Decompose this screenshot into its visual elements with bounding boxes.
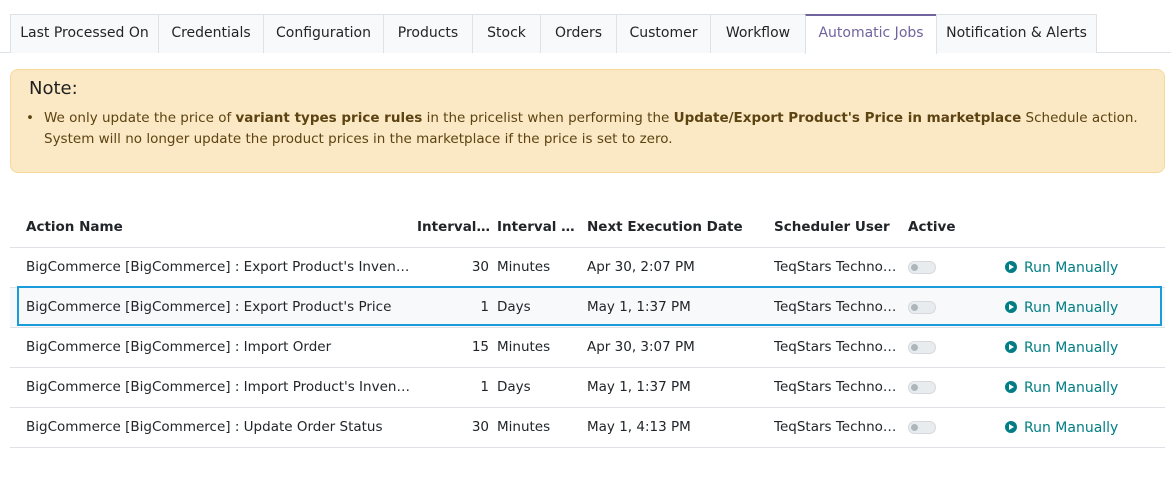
tab-automatic-jobs[interactable]: Automatic Jobs [805, 14, 937, 54]
table-row[interactable]: BigCommerce [BigCommerce] : Export Produ… [10, 248, 1165, 288]
header-interval-number[interactable]: Interval ... [417, 208, 493, 248]
tab-workflow[interactable]: Workflow [710, 14, 806, 53]
tab-orders[interactable]: Orders [540, 14, 617, 53]
next-execution-date: Apr 30, 3:07 PM [587, 339, 695, 355]
table-row[interactable]: BigCommerce [BigCommerce] : Export Produ… [10, 288, 1165, 328]
play-icon [1005, 301, 1017, 313]
action-name: BigCommerce [BigCommerce] : Import Order [26, 339, 332, 355]
tab-configuration[interactable]: Configuration [263, 14, 384, 53]
header-active[interactable]: Active [908, 208, 988, 248]
table-row[interactable]: BigCommerce [BigCommerce] : Update Order… [10, 408, 1165, 448]
active-toggle[interactable] [908, 261, 936, 274]
tab-customer[interactable]: Customer [616, 14, 711, 53]
action-name: BigCommerce [BigCommerce] : Update Order… [26, 419, 383, 435]
action-name: BigCommerce [BigCommerce] : Export Produ… [26, 259, 411, 275]
run-manually-button[interactable]: Run Manually [1005, 328, 1118, 368]
run-manually-button[interactable]: Run Manually [1005, 368, 1118, 408]
next-execution-date: May 1, 4:13 PM [587, 419, 691, 435]
tab-last-processed-on[interactable]: Last Processed On [10, 14, 159, 53]
next-execution-date: May 1, 1:37 PM [587, 379, 691, 395]
play-icon [1005, 421, 1017, 433]
action-name: BigCommerce [BigCommerce] : Import Produ… [26, 379, 411, 395]
header-scheduler-user[interactable]: Scheduler User [774, 208, 899, 248]
note-title: Note: [29, 78, 78, 99]
interval-number: 15 [471, 339, 489, 355]
tab-stock[interactable]: Stock [472, 14, 541, 53]
scheduler-user: TeqStars Technol... [774, 259, 899, 275]
active-toggle[interactable] [908, 421, 936, 434]
active-toggle[interactable] [908, 301, 936, 314]
next-execution-date: May 1, 1:37 PM [587, 299, 691, 315]
tab-credentials[interactable]: Credentials [158, 14, 264, 53]
interval-unit: Minutes [497, 339, 551, 355]
interval-number: 30 [471, 259, 489, 275]
interval-unit: Days [497, 299, 531, 315]
active-toggle[interactable] [908, 341, 936, 354]
play-icon [1005, 261, 1017, 273]
interval-unit: Minutes [497, 259, 551, 275]
run-manually-button[interactable]: Run Manually [1005, 408, 1118, 448]
note-alert: Note: • We only update the price of varia… [10, 69, 1165, 173]
tab-products[interactable]: Products [383, 14, 473, 53]
tab-bar: Last Processed On Credentials Configurat… [0, 14, 1171, 54]
action-name: BigCommerce [BigCommerce] : Export Produ… [26, 299, 392, 315]
play-icon [1005, 341, 1017, 353]
interval-number: 30 [471, 419, 489, 435]
interval-unit: Days [497, 379, 531, 395]
note-body: • We only update the price of variant typ… [26, 110, 1138, 147]
run-manually-button[interactable]: Run Manually [1005, 248, 1118, 288]
table-header: Action Name Interval ... Interval U... N… [10, 208, 1165, 248]
next-execution-date: Apr 30, 2:07 PM [587, 259, 695, 275]
table-row[interactable]: BigCommerce [BigCommerce] : Import Produ… [10, 368, 1165, 408]
header-interval-unit[interactable]: Interval U... [497, 208, 577, 248]
header-next-execution-date[interactable]: Next Execution Date [587, 208, 767, 248]
header-action-name[interactable]: Action Name [26, 208, 406, 248]
scheduler-user: TeqStars Technol... [774, 419, 899, 435]
play-icon [1005, 381, 1017, 393]
interval-number: 1 [480, 379, 489, 395]
active-toggle[interactable] [908, 381, 936, 394]
scheduler-user: TeqStars Technol... [774, 339, 899, 355]
bullet-icon: • [26, 110, 34, 126]
interval-number: 1 [480, 299, 489, 315]
scheduler-user: TeqStars Technol... [774, 299, 899, 315]
table-row[interactable]: BigCommerce [BigCommerce] : Import Order… [10, 328, 1165, 368]
tab-notification-alerts[interactable]: Notification & Alerts [936, 14, 1097, 53]
scheduler-user: TeqStars Technol... [774, 379, 899, 395]
run-manually-button[interactable]: Run Manually [1005, 288, 1118, 328]
interval-unit: Minutes [497, 419, 551, 435]
